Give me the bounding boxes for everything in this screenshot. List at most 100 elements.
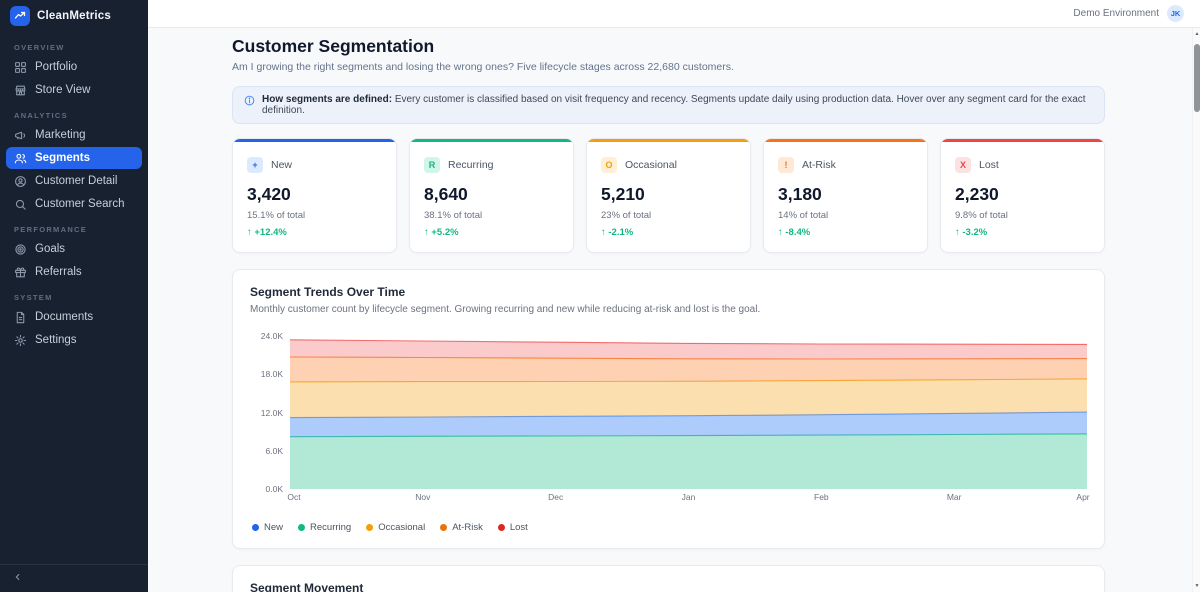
sidebar-item-label: Referrals: [35, 266, 82, 278]
section-label-system: System: [6, 284, 142, 306]
segment-trend: ↑ +5.2%: [424, 227, 559, 238]
chart-y-axis: 0.0K6.0K12.0K18.0K24.0K: [250, 336, 290, 489]
banner-bold: How segments are defined:: [262, 94, 392, 105]
y-axis-tick: 0.0K: [266, 484, 284, 494]
sidebar-item-label: Customer Detail: [35, 175, 117, 187]
segment-card-lost[interactable]: XLost 2,230 9.8% of total ↑ -3.2%: [940, 138, 1105, 253]
segment-label: New: [271, 159, 292, 171]
document-icon: [14, 311, 27, 324]
x-axis-tick: Jan: [682, 492, 696, 502]
sidebar-item-segments[interactable]: Segments: [6, 147, 142, 169]
sidebar-item-portfolio[interactable]: Portfolio: [6, 56, 142, 78]
sidebar-item-label: Marketing: [35, 129, 86, 141]
legend-label: Recurring: [310, 522, 351, 533]
legend-label: At-Risk: [452, 522, 483, 533]
sidebar-item-label: Settings: [35, 334, 77, 346]
scroll-down-arrow[interactable]: ▼: [1193, 583, 1200, 589]
segment-badge: O: [601, 157, 617, 173]
legend-item-occasional[interactable]: Occasional: [366, 522, 425, 533]
page-subtitle: Am I growing the right segments and losi…: [232, 61, 1105, 73]
banner-text: How segments are defined: Every customer…: [262, 94, 1093, 116]
trends-title: Segment Trends Over Time: [250, 285, 1087, 299]
stacked-area-chart[interactable]: 0.0K6.0K12.0K18.0K24.0K: [250, 336, 1087, 489]
section-label-performance: Performance: [6, 216, 142, 238]
gear-icon: [14, 334, 27, 347]
x-axis-tick: Mar: [947, 492, 962, 502]
vertical-scrollbar[interactable]: ▲ ▼: [1192, 28, 1200, 592]
segment-value: 8,640: [424, 184, 559, 205]
sidebar-item-customer-detail[interactable]: Customer Detail: [6, 170, 142, 192]
topbar: Demo Environment JK: [148, 0, 1200, 28]
sidebar-item-documents[interactable]: Documents: [6, 306, 142, 328]
x-axis-tick: Dec: [548, 492, 563, 502]
segment-label: Occasional: [625, 159, 677, 171]
app-root: CleanMetrics Overview Portfolio Store Vi…: [0, 0, 1200, 592]
trends-panel: Segment Trends Over Time Monthly custome…: [232, 269, 1105, 549]
segment-label: At-Risk: [802, 159, 836, 171]
legend-item-new[interactable]: New: [252, 522, 283, 533]
segment-label: Recurring: [448, 159, 494, 171]
legend-label: New: [264, 522, 283, 533]
legend-item-recurring[interactable]: Recurring: [298, 522, 351, 533]
environment-label: Demo Environment: [1073, 8, 1159, 19]
search-icon: [14, 198, 27, 211]
user-circle-icon: [14, 175, 27, 188]
y-axis-tick: 6.0K: [266, 446, 284, 456]
movement-panel: Segment Movement How customers are flowi…: [232, 565, 1105, 592]
y-axis-tick: 24.0K: [261, 331, 283, 341]
sidebar-item-customer-search[interactable]: Customer Search: [6, 193, 142, 215]
legend-item-lost[interactable]: Lost: [498, 522, 528, 533]
megaphone-icon: [14, 129, 27, 142]
sidebar-item-label: Segments: [35, 152, 90, 164]
segment-trend: ↑ +12.4%: [247, 227, 382, 238]
segment-value: 3,180: [778, 184, 913, 205]
scrollbar-thumb[interactable]: [1194, 44, 1200, 112]
x-axis-tick: Apr: [1076, 492, 1089, 502]
legend-item-at-risk[interactable]: At-Risk: [440, 522, 483, 533]
scroll-up-arrow[interactable]: ▲: [1193, 31, 1200, 37]
sidebar-item-settings[interactable]: Settings: [6, 329, 142, 351]
segment-badge: !: [778, 157, 794, 173]
segment-value: 5,210: [601, 184, 736, 205]
sidebar-item-goals[interactable]: Goals: [6, 238, 142, 260]
legend-dot: [298, 524, 305, 531]
main-content: Customer Segmentation Am I growing the r…: [148, 28, 1192, 592]
sidebar-item-label: Portfolio: [35, 61, 77, 73]
segment-badge: R: [424, 157, 440, 173]
grid-icon: [14, 61, 27, 74]
user-avatar[interactable]: JK: [1167, 5, 1184, 22]
store-icon: [14, 84, 27, 97]
segment-share: 38.1% of total: [424, 210, 559, 221]
legend-dot: [252, 524, 259, 531]
chart-legend: New Recurring Occasional At-Risk Lost: [250, 522, 1087, 533]
logo-row: CleanMetrics: [0, 0, 148, 30]
sidebar-item-label: Goals: [35, 243, 65, 255]
segment-value: 2,230: [955, 184, 1090, 205]
definition-banner: How segments are defined: Every customer…: [232, 86, 1105, 124]
legend-dot: [366, 524, 373, 531]
legend-label: Occasional: [378, 522, 425, 533]
gift-icon: [14, 266, 27, 279]
segment-card-at-risk[interactable]: !At-Risk 3,180 14% of total ↑ -8.4%: [763, 138, 928, 253]
segment-card-occasional[interactable]: O Occasional 5,210 23% of total ↑ -2.1%: [586, 138, 751, 253]
x-axis-tick: Oct: [287, 492, 300, 502]
sidebar-item-store-view[interactable]: Store View: [6, 79, 142, 101]
chart-x-axis: OctNovDecJanFebMarApr: [290, 492, 1087, 506]
segment-trend: ↑ -2.1%: [601, 227, 736, 238]
sidebar-collapse-button[interactable]: [0, 564, 148, 592]
legend-label: Lost: [510, 522, 528, 533]
sidebar-item-label: Store View: [35, 84, 90, 96]
trends-subtitle: Monthly customer count by lifecycle segm…: [250, 304, 1087, 315]
section-label-overview: Overview: [6, 34, 142, 56]
segment-share: 23% of total: [601, 210, 736, 221]
sidebar-item-marketing[interactable]: Marketing: [6, 124, 142, 146]
sidebar-item-label: Customer Search: [35, 198, 124, 210]
chart-plot-area[interactable]: [290, 336, 1087, 489]
segment-card-new[interactable]: +New 3,420 15.1% of total ↑ +12.4%: [232, 138, 397, 253]
sidebar: CleanMetrics Overview Portfolio Store Vi…: [0, 0, 148, 592]
segment-badge: X: [955, 157, 971, 173]
segment-trend: ↑ -8.4%: [778, 227, 913, 238]
sidebar-item-referrals[interactable]: Referrals: [6, 261, 142, 283]
target-icon: [14, 243, 27, 256]
segment-card-recurring[interactable]: R Recurring 8,640 38.1% of total ↑ +5.2%: [409, 138, 574, 253]
